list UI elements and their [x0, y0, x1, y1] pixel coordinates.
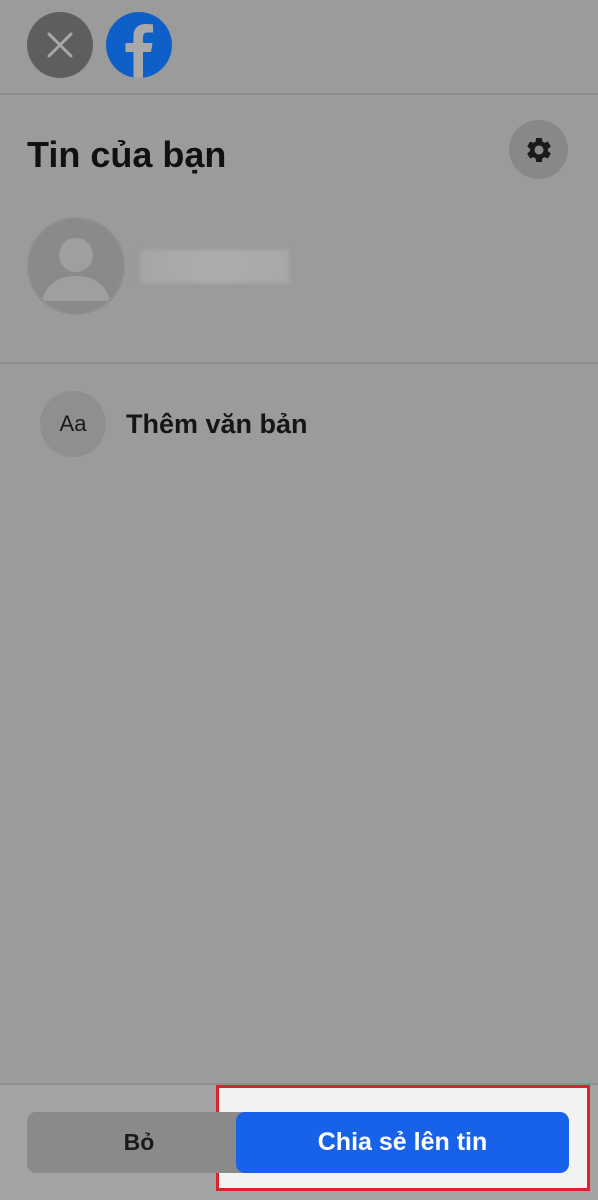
settings-button[interactable] [509, 120, 568, 179]
share-to-story-button[interactable]: Chia sẻ lên tin [236, 1112, 569, 1173]
discard-button[interactable]: Bỏ [27, 1112, 251, 1173]
close-icon [47, 32, 73, 58]
text-style-icon: Aa [40, 391, 106, 457]
default-avatar-icon [42, 238, 110, 301]
top-bar [0, 0, 598, 93]
header-divider [0, 93, 598, 95]
add-text-label: Thêm văn bản [126, 408, 308, 439]
page-title: Tin của bạn [27, 134, 227, 175]
facebook-logo-icon [106, 12, 172, 78]
gear-icon [526, 137, 551, 162]
user-avatar [27, 217, 125, 315]
close-button[interactable] [27, 12, 93, 78]
add-text-option[interactable]: Aa Thêm văn bản [40, 391, 308, 457]
section-divider [0, 362, 598, 364]
user-name-redacted [140, 250, 289, 283]
